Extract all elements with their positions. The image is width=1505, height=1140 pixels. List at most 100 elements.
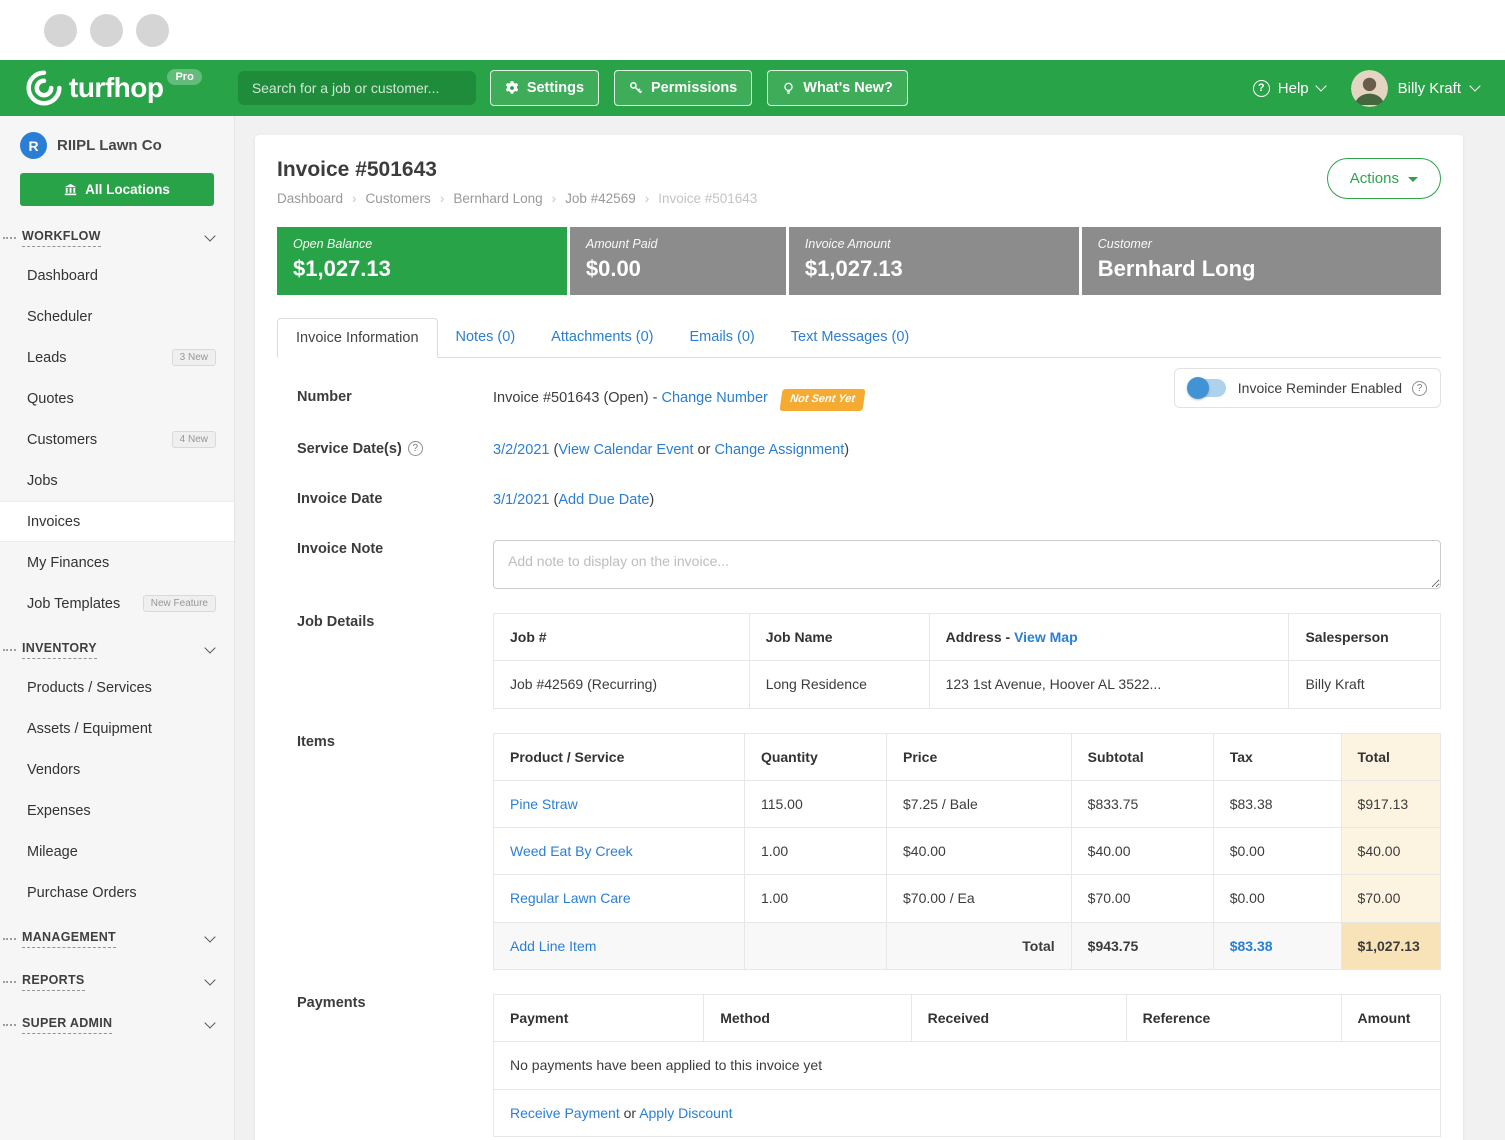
tab-text-messages[interactable]: Text Messages (0) xyxy=(773,318,927,358)
sidebar-section-management[interactable]: MANAGEMENT xyxy=(0,919,234,956)
sidebar-item-purchase-orders[interactable]: Purchase Orders xyxy=(0,872,234,913)
whats-new-button[interactable]: What's New? xyxy=(767,70,908,106)
quantity-header: Quantity xyxy=(744,733,886,780)
sidebar-item-scheduler[interactable]: Scheduler xyxy=(0,296,234,337)
item-subtotal: $70.00 xyxy=(1071,875,1213,922)
turfhop-logo[interactable]: turfhop Pro xyxy=(26,70,202,106)
sidebar-item-jobs[interactable]: Jobs xyxy=(0,460,234,501)
user-avatar[interactable] xyxy=(1351,70,1388,107)
item-tax: $0.00 xyxy=(1213,828,1341,875)
item-quantity: 1.00 xyxy=(744,828,886,875)
invoice-date-link[interactable]: 3/1/2021 xyxy=(493,492,549,508)
sidebar-item-vendors[interactable]: Vendors xyxy=(0,749,234,790)
service-date-row: Service Date(s) ? 3/2/2021 (View Calenda… xyxy=(277,440,1441,461)
breadcrumb: Dashboard Customers Bernhard Long Job #4… xyxy=(277,191,757,206)
tab-bar: Invoice Information Notes (0) Attachment… xyxy=(277,318,1441,358)
sidebar-item-invoices[interactable]: Invoices xyxy=(0,501,234,542)
breadcrumb-customer-name[interactable]: Bernhard Long xyxy=(431,191,543,206)
item-subtotal: $40.00 xyxy=(1071,828,1213,875)
service-date-link[interactable]: 3/2/2021 xyxy=(493,442,549,458)
item-quantity: 1.00 xyxy=(744,875,886,922)
nav-label: Quotes xyxy=(27,391,74,407)
company-avatar: R xyxy=(20,132,47,159)
sidebar: R RIIPL Lawn Co All Locations WORKFLOW D… xyxy=(0,116,235,1140)
product-link[interactable]: Regular Lawn Care xyxy=(510,890,631,906)
add-due-date-link[interactable]: Add Due Date xyxy=(558,492,649,508)
sidebar-item-quotes[interactable]: Quotes xyxy=(0,378,234,419)
change-assignment-link[interactable]: Change Assignment xyxy=(714,442,844,458)
apply-discount-link[interactable]: Apply Discount xyxy=(639,1105,732,1121)
tab-emails[interactable]: Emails (0) xyxy=(672,318,773,358)
invoice-note-row: Invoice Note xyxy=(277,540,1441,589)
view-map-link[interactable]: View Map xyxy=(1014,629,1078,645)
item-tax: $83.38 xyxy=(1213,780,1341,827)
sidebar-item-job-templates[interactable]: Job TemplatesNew Feature xyxy=(0,583,234,624)
sidebar-item-leads[interactable]: Leads3 New xyxy=(0,337,234,378)
payments-row: Payments Payment Method Received Referen… xyxy=(277,994,1441,1137)
job-address-cell: 123 1st Avenue, Hoover AL 3522... xyxy=(929,661,1289,708)
help-icon[interactable]: ? xyxy=(1412,381,1427,396)
item-row: Regular Lawn Care 1.00 $70.00 / Ea $70.0… xyxy=(494,875,1441,922)
breadcrumb-customers[interactable]: Customers xyxy=(343,191,431,206)
change-number-link[interactable]: Change Number xyxy=(661,390,767,406)
key-icon xyxy=(629,81,643,95)
sidebar-item-products-services[interactable]: Products / Services xyxy=(0,667,234,708)
view-calendar-event-link[interactable]: View Calendar Event xyxy=(558,442,693,458)
nav-label: My Finances xyxy=(27,555,109,571)
breadcrumb-current: Invoice #501643 xyxy=(636,191,758,206)
window-dot xyxy=(136,14,169,47)
method-header: Method xyxy=(704,995,911,1042)
invoice-information-panel: Invoice Reminder Enabled ? Number Invoic… xyxy=(277,358,1441,1140)
items-row: Items Product / Service Quantity Price S… xyxy=(277,733,1441,970)
invoice-date-row: Invoice Date 3/1/2021 (Add Due Date) xyxy=(277,490,1441,511)
sidebar-item-mileage[interactable]: Mileage xyxy=(0,831,234,872)
tile-label: Invoice Amount xyxy=(805,237,1063,251)
summary-tiles: Open Balance $1,027.13 Amount Paid $0.00… xyxy=(277,227,1441,295)
sidebar-section-inventory[interactable]: INVENTORY xyxy=(0,630,234,667)
sidebar-section-super-admin[interactable]: SUPER ADMIN xyxy=(0,1005,234,1042)
nav-label: Job Templates xyxy=(27,596,120,612)
search-input[interactable] xyxy=(238,71,476,105)
product-link[interactable]: Pine Straw xyxy=(510,796,578,812)
received-header: Received xyxy=(911,995,1126,1042)
payments-empty-message: No payments have been applied to this in… xyxy=(494,1042,1441,1089)
whats-new-label: What's New? xyxy=(803,80,893,96)
topbar-right: ? Help Billy Kraft xyxy=(1253,70,1479,107)
invoice-date-label: Invoice Date xyxy=(277,490,493,507)
actions-button[interactable]: Actions xyxy=(1327,158,1441,199)
help-menu[interactable]: ? Help xyxy=(1253,80,1325,97)
sidebar-item-my-finances[interactable]: My Finances xyxy=(0,542,234,583)
invoice-note-input[interactable] xyxy=(493,540,1441,589)
tile-value: $1,027.13 xyxy=(293,256,551,282)
chevron-down-icon xyxy=(204,642,215,653)
nav-label: Leads xyxy=(27,350,67,366)
sidebar-item-customers[interactable]: Customers4 New xyxy=(0,419,234,460)
section-label: SUPER ADMIN xyxy=(22,1016,112,1034)
sidebar-section-workflow[interactable]: WORKFLOW xyxy=(0,218,234,255)
job-number-header: Job # xyxy=(494,613,750,660)
settings-label: Settings xyxy=(527,80,584,96)
sidebar-section-reports[interactable]: REPORTS xyxy=(0,962,234,999)
tab-attachments[interactable]: Attachments (0) xyxy=(533,318,671,358)
items-tax-value-link[interactable]: $83.38 xyxy=(1230,938,1273,954)
breadcrumb-dashboard[interactable]: Dashboard xyxy=(277,191,343,206)
tab-notes[interactable]: Notes (0) xyxy=(438,318,534,358)
company-row[interactable]: R RIIPL Lawn Co xyxy=(0,116,234,171)
product-link[interactable]: Weed Eat By Creek xyxy=(510,843,633,859)
sidebar-item-expenses[interactable]: Expenses xyxy=(0,790,234,831)
sidebar-item-dashboard[interactable]: Dashboard xyxy=(0,255,234,296)
all-locations-button[interactable]: All Locations xyxy=(20,173,214,206)
receive-payment-link[interactable]: Receive Payment xyxy=(510,1105,620,1121)
building-icon xyxy=(64,183,77,196)
invoice-reminder-toggle[interactable] xyxy=(1188,379,1226,397)
amount-header: Amount xyxy=(1341,995,1440,1042)
tab-invoice-information[interactable]: Invoice Information xyxy=(277,318,438,358)
sidebar-item-assets-equipment[interactable]: Assets / Equipment xyxy=(0,708,234,749)
help-icon[interactable]: ? xyxy=(408,441,423,456)
settings-button[interactable]: Settings xyxy=(490,70,599,106)
job-details-label: Job Details xyxy=(277,613,493,630)
user-menu[interactable]: Billy Kraft xyxy=(1398,80,1479,97)
permissions-button[interactable]: Permissions xyxy=(614,70,752,106)
breadcrumb-job[interactable]: Job #42569 xyxy=(543,191,636,206)
add-line-item-link[interactable]: Add Line Item xyxy=(510,938,596,954)
